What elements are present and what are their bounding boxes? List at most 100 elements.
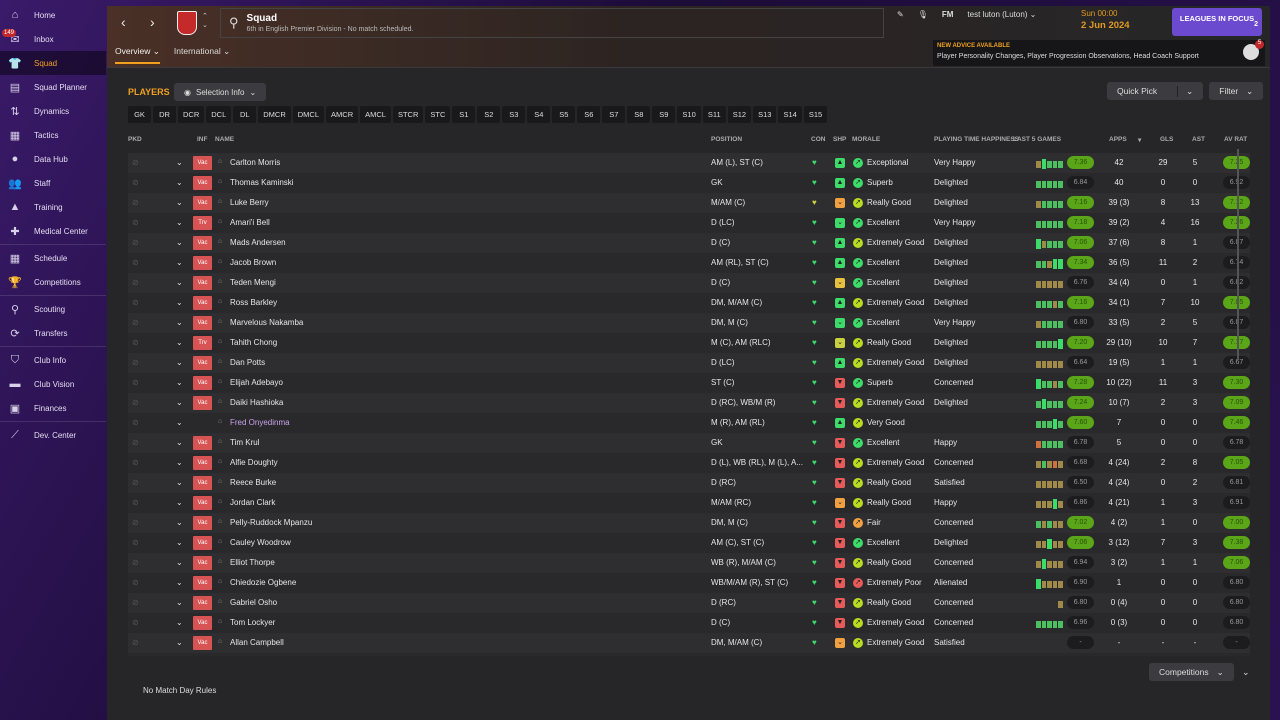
- picked-checkbox[interactable]: ⊘: [132, 178, 139, 187]
- player-name[interactable]: Allan Campbell: [230, 638, 284, 647]
- picked-checkbox[interactable]: ⊘: [132, 438, 139, 447]
- chevron-down-icon[interactable]: ⌄: [176, 458, 183, 467]
- position-filter-s8[interactable]: S8: [627, 106, 651, 123]
- player-name[interactable]: Chiedozie Ogbene: [230, 578, 296, 587]
- chevron-down-icon[interactable]: ⌄: [176, 278, 183, 287]
- table-row[interactable]: ⊘ ⌄ Vac ⌂ Chiedozie Ogbene WB/M/AM (R), ST (C…: [128, 573, 1250, 593]
- player-name[interactable]: Tim Krul: [230, 438, 259, 447]
- picked-checkbox[interactable]: ⊘: [132, 638, 139, 647]
- scrollbar[interactable]: [1237, 149, 1239, 359]
- player-name[interactable]: Jordan Clark: [230, 498, 275, 507]
- table-row[interactable]: ⊘ ⌄ Trv ⌂ Tahith Chong M (C), AM (RLC) ♥ ⌄ ➚ Real…: [128, 333, 1250, 353]
- sidebar-item-medical-center[interactable]: ✚ Medical Center: [0, 219, 106, 243]
- col-con[interactable]: CON: [811, 136, 825, 143]
- filter-button[interactable]: Filter ⌄: [1209, 82, 1264, 100]
- chevron-down-icon[interactable]: ⌄: [176, 578, 183, 587]
- chevron-down-icon[interactable]: ⌄: [176, 438, 183, 447]
- col-position[interactable]: POSITION: [711, 136, 742, 143]
- player-name[interactable]: Jacob Brown: [230, 258, 276, 267]
- chevron-down-icon[interactable]: ⌄: [1177, 85, 1193, 97]
- picked-checkbox[interactable]: ⊘: [132, 418, 139, 427]
- col-name[interactable]: NAME: [215, 136, 234, 143]
- sidebar-item-schedule[interactable]: ▦ Schedule: [0, 246, 106, 270]
- player-name[interactable]: Dan Potts: [230, 358, 265, 367]
- player-name[interactable]: Luke Berry: [230, 198, 269, 207]
- col-shp[interactable]: SHP: [833, 136, 846, 143]
- sidebar-item-dev-center[interactable]: ⟋ Dev. Center: [0, 423, 106, 447]
- picked-checkbox[interactable]: ⊘: [132, 298, 139, 307]
- position-filter-s5[interactable]: S5: [552, 106, 576, 123]
- player-name[interactable]: Elliot Thorpe: [230, 558, 275, 567]
- competitions-dropdown[interactable]: Competitions ⌄: [1149, 663, 1234, 681]
- player-name[interactable]: Reece Burke: [230, 478, 276, 487]
- picked-checkbox[interactable]: ⊘: [132, 518, 139, 527]
- sidebar-item-finances[interactable]: ▣ Finances: [0, 396, 106, 420]
- picked-checkbox[interactable]: ⊘: [132, 378, 139, 387]
- position-filter-s6[interactable]: S6: [577, 106, 601, 123]
- position-filter-s4[interactable]: S4: [527, 106, 551, 123]
- table-row[interactable]: ⊘ ⌄ Trv ⌂ Amari'i Bell D (LC) ♥ ⌄ ➚ Excellent Very…: [128, 213, 1250, 233]
- position-filter-stc[interactable]: STC: [425, 106, 451, 123]
- chevron-down-icon[interactable]: ⌄: [176, 478, 183, 487]
- sidebar-item-tactics[interactable]: ▦ Tactics: [0, 123, 106, 147]
- position-filter-s12[interactable]: S12: [727, 106, 752, 123]
- position-filter-s13[interactable]: S13: [753, 106, 777, 123]
- position-filter-dcl[interactable]: DCL: [206, 106, 232, 123]
- player-name[interactable]: Tahith Chong: [230, 338, 277, 347]
- player-name[interactable]: Cauley Woodrow: [230, 538, 291, 547]
- table-row[interactable]: ⊘ ⌄ Vac ⌂ Jordan Clark M/AM (RC) ♥ ⌄ ➚ Really Goo…: [128, 493, 1250, 513]
- col-avrat[interactable]: AV RAT: [1224, 136, 1247, 143]
- table-row[interactable]: ⊘⌄Vac⌂Tom HolmesD (C)♥▲➚Extremely GoodHa…: [128, 653, 1250, 656]
- position-filter-s1[interactable]: S1: [452, 106, 476, 123]
- position-filter-s7[interactable]: S7: [602, 106, 626, 123]
- leagues-in-focus-button[interactable]: LEAGUES IN FOCUS 2: [1172, 8, 1262, 36]
- picked-checkbox[interactable]: ⊘: [132, 318, 139, 327]
- table-row[interactable]: ⊘ ⌄ Vac ⌂ Elliot Thorpe WB (R), M/AM (C) ♥ ▼ ➚ Re…: [128, 553, 1250, 573]
- position-filter-dcr[interactable]: DCR: [178, 106, 205, 123]
- table-row[interactable]: ⊘ ⌄ Vac ⌂ Mads Andersen D (C) ♥ ▲ ➚ Extremely Goo…: [128, 233, 1250, 253]
- picked-checkbox[interactable]: ⊘: [132, 278, 139, 287]
- chevron-down-icon[interactable]: ⌄: [176, 598, 183, 607]
- player-name[interactable]: Elijah Adebayo: [230, 378, 283, 387]
- player-name[interactable]: Mads Andersen: [230, 238, 286, 247]
- selection-info-button[interactable]: ◉ Selection Info ⌄: [174, 83, 267, 101]
- position-filter-s2[interactable]: S2: [477, 106, 501, 123]
- picked-checkbox[interactable]: ⊘: [132, 558, 139, 567]
- sidebar-item-scouting[interactable]: ⚲ Scouting: [0, 297, 106, 321]
- position-filter-dl[interactable]: DL: [233, 106, 257, 123]
- player-name[interactable]: Thomas Kaminski: [230, 178, 294, 187]
- col-gls[interactable]: GLS: [1160, 136, 1173, 143]
- table-row[interactable]: ⊘ ⌄ Vac ⌂ Daiki Hashioka D (RC), WB/M (R) ♥ ▼ ➚ E…: [128, 393, 1250, 413]
- position-filter-s15[interactable]: S15: [803, 106, 828, 123]
- position-filter-dmcr[interactable]: DMCR: [258, 106, 291, 123]
- chevron-down-icon[interactable]: ⌄: [176, 198, 183, 207]
- position-filter-s14[interactable]: S14: [778, 106, 802, 123]
- position-filter-s3[interactable]: S3: [502, 106, 526, 123]
- table-row[interactable]: ⊘ ⌄ Vac ⌂ Allan Campbell DM, M/AM (C) ♥ ⌄ ➚ Extre…: [128, 633, 1250, 653]
- position-filter-amcr[interactable]: AMCR: [326, 106, 359, 123]
- edit-icon[interactable]: ✎: [897, 10, 904, 19]
- player-name[interactable]: Amari'i Bell: [230, 218, 270, 227]
- player-name[interactable]: Ross Barkley: [230, 298, 277, 307]
- quick-pick-button[interactable]: Quick Pick ⌄: [1107, 82, 1204, 100]
- picked-checkbox[interactable]: ⊘: [132, 338, 139, 347]
- table-row[interactable]: ⊘ ⌄ Vac ⌂ Elijah Adebayo ST (C) ♥ ▼ ➚ Superb Conce…: [128, 373, 1250, 393]
- picked-checkbox[interactable]: ⊘: [132, 198, 139, 207]
- sidebar-item-inbox[interactable]: ✉ Inbox 149: [0, 27, 106, 51]
- player-name[interactable]: Alfie Doughty: [230, 458, 278, 467]
- table-row[interactable]: ⊘ ⌄ Vac ⌂ Dan Potts D (LC) ♥ ▲ ➚ Extremely Good De…: [128, 353, 1250, 373]
- picked-checkbox[interactable]: ⊘: [132, 498, 139, 507]
- sidebar-item-training[interactable]: ▲ Training: [0, 195, 106, 219]
- table-row[interactable]: ⊘ ⌄ Vac ⌂ Tom Lockyer D (C) ♥ ▼ ➚ Extremely Good C…: [128, 613, 1250, 633]
- tab-overview[interactable]: Overview ⌄: [115, 46, 160, 64]
- col-pth[interactable]: PLAYING TIME HAPPINESS: [934, 136, 1019, 143]
- sidebar-item-competitions[interactable]: 🏆 Competitions: [0, 270, 106, 294]
- sidebar-item-staff[interactable]: 👥 Staff: [0, 171, 106, 195]
- sidebar-item-data-hub[interactable]: ● Data Hub: [0, 147, 106, 171]
- sidebar-item-club-info[interactable]: ⛉ Club Info: [0, 348, 106, 372]
- picked-checkbox[interactable]: ⊘: [132, 618, 139, 627]
- position-filter-s9[interactable]: S9: [652, 106, 676, 123]
- manager-menu[interactable]: test luton (Luton) ⌄: [967, 10, 1036, 19]
- picked-checkbox[interactable]: ⊘: [132, 538, 139, 547]
- forward-button[interactable]: ›: [150, 14, 155, 30]
